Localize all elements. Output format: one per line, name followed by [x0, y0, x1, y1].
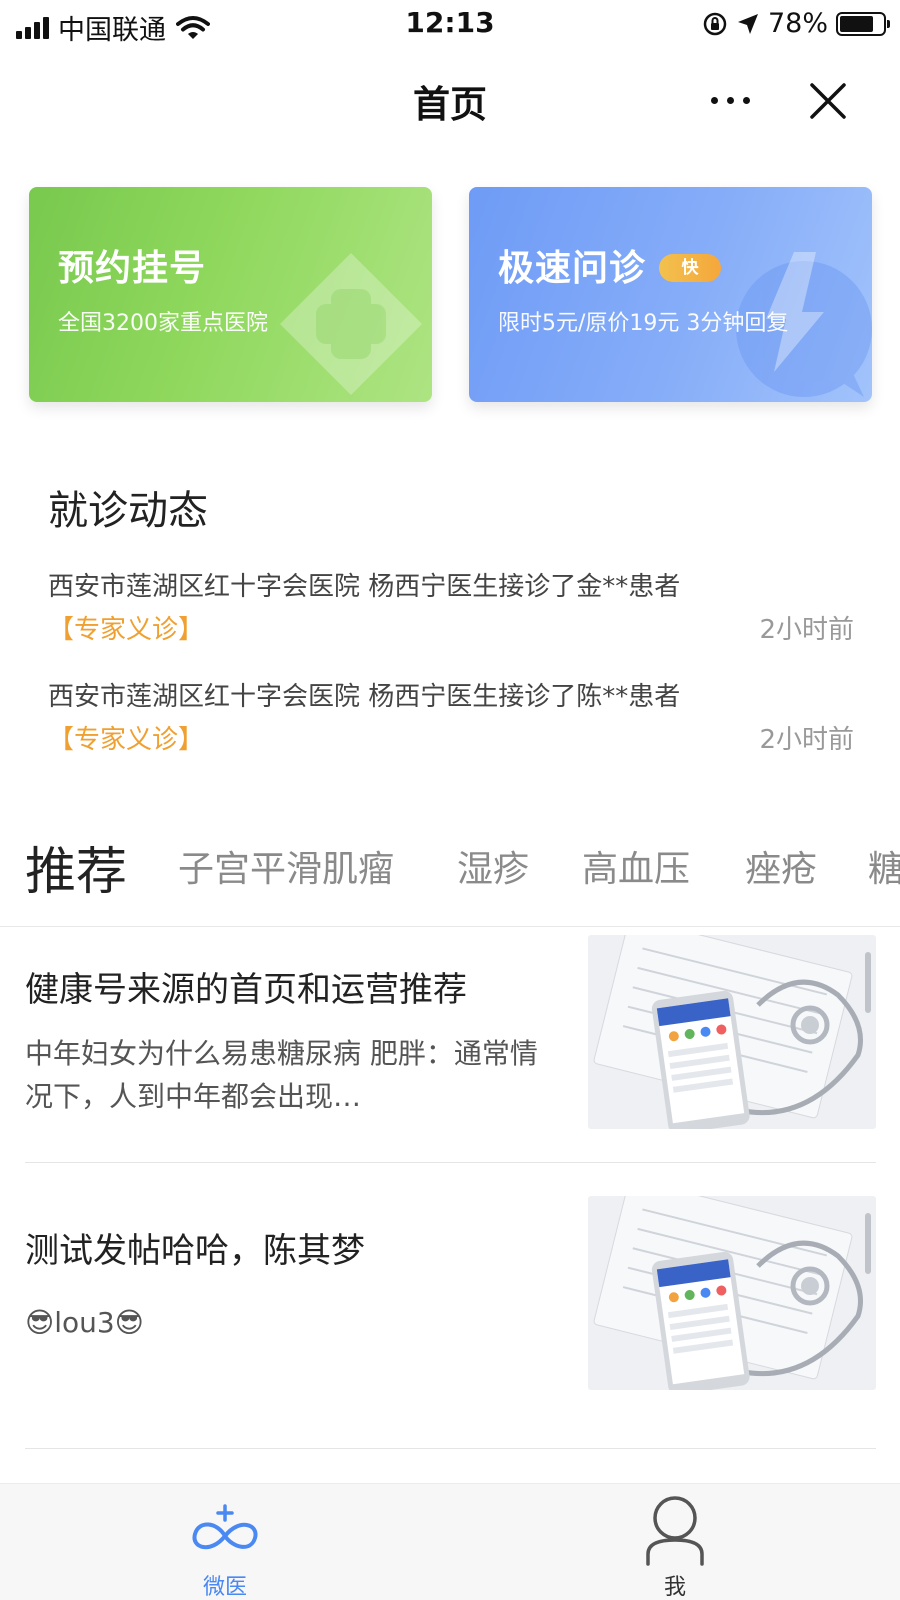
visit-tag: 【专家义诊】	[48, 725, 205, 755]
tab-eczema[interactable]: 湿疹	[457, 840, 529, 892]
article-thumbnail	[588, 1196, 876, 1390]
visit-tag: 【专家义诊】	[48, 615, 205, 645]
article-divider	[25, 1162, 876, 1163]
dot-icon	[726, 96, 734, 104]
tab-home[interactable]: 微医	[165, 1484, 285, 1600]
status-bar: 中国联通 12:13 78%	[0, 0, 900, 50]
dot-icon	[742, 96, 750, 104]
category-tabs: 推荐 子宫平滑肌瘤 湿疹 高血压 痤疮 糖	[0, 840, 900, 926]
article-card[interactable]: 测试发帖哈哈，陈其梦 😎lou3😎	[25, 1196, 876, 1485]
visit-time: 2小时前	[759, 725, 854, 755]
visit-time: 2小时前	[759, 615, 854, 645]
article-thumbnail	[588, 935, 876, 1129]
article-summary: 中年妇女为什么易患糖尿病 肥胖：通常情况下，人到中年都会出现…	[25, 1037, 538, 1113]
home-infinity-icon	[192, 1504, 258, 1549]
more-menu-button[interactable]	[700, 80, 760, 120]
article-title: 健康号来源的首页和运营推荐	[25, 970, 467, 1010]
quick-consult-title: 极速问诊	[498, 248, 647, 289]
tab-me[interactable]: 我	[615, 1484, 735, 1600]
article-divider	[25, 1448, 876, 1449]
tab-acne[interactable]: 痤疮	[745, 840, 817, 892]
tab-me-label: 我	[663, 1575, 686, 1600]
article-title: 测试发帖哈哈，陈其梦	[25, 1231, 365, 1271]
app-screen: 中国联通 12:13 78% 首页 预约挂号 全国3200家重点医院 极速问诊 …	[0, 0, 900, 1600]
user-icon	[646, 1496, 704, 1566]
location-arrow-icon	[737, 13, 758, 34]
tabs-divider	[0, 926, 900, 927]
article-summary: 😎lou3😎	[25, 1306, 144, 1339]
tab-home-label: 微医	[202, 1575, 247, 1600]
visit-item[interactable]: 西安市莲湖区红十字会医院 杨西宁医生接诊了金**患者 【专家义诊】 2小时前	[48, 566, 854, 645]
tab-uterine-fibroid[interactable]: 子宫平滑肌瘤	[178, 840, 394, 892]
quick-consult-card[interactable]: 极速问诊 快 限时5元/原价19元 3分钟回复	[469, 187, 872, 402]
appointment-card[interactable]: 预约挂号 全国3200家重点医院	[29, 187, 432, 402]
close-button[interactable]	[805, 78, 851, 124]
page-title: 首页	[413, 83, 487, 126]
battery-fill	[840, 15, 873, 32]
visit-text: 西安市莲湖区红十字会医院 杨西宁医生接诊了陈**患者	[48, 682, 681, 712]
medical-cross-icon	[280, 253, 422, 395]
rotation-lock-icon	[703, 12, 727, 35]
nav-bar: 首页	[0, 50, 900, 150]
tab-diabetes[interactable]: 糖	[868, 840, 900, 892]
visit-section-title: 就诊动态	[48, 488, 208, 534]
battery-icon	[836, 11, 890, 36]
fast-badge: 快	[659, 254, 721, 282]
bottom-tab-bar: 微医 我	[0, 1483, 900, 1600]
quick-consult-subtitle: 限时5元/原价19元 3分钟回复	[498, 311, 789, 336]
article-card[interactable]: 健康号来源的首页和运营推荐 中年妇女为什么易患糖尿病 肥胖：通常情况下，人到中年…	[25, 935, 876, 1224]
appointment-subtitle: 全国3200家重点医院	[58, 311, 268, 336]
appointment-title: 预约挂号	[58, 248, 207, 289]
dot-icon	[710, 96, 718, 104]
tab-hypertension[interactable]: 高血压	[582, 840, 690, 892]
battery-percent: 78%	[767, 8, 828, 39]
visit-text: 西安市莲湖区红十字会医院 杨西宁医生接诊了金**患者	[48, 572, 681, 602]
tab-recommend[interactable]: 推荐	[25, 830, 127, 904]
visit-item[interactable]: 西安市莲湖区红十字会医院 杨西宁医生接诊了陈**患者 【专家义诊】 2小时前	[48, 676, 854, 755]
status-right: 78%	[702, 8, 890, 39]
